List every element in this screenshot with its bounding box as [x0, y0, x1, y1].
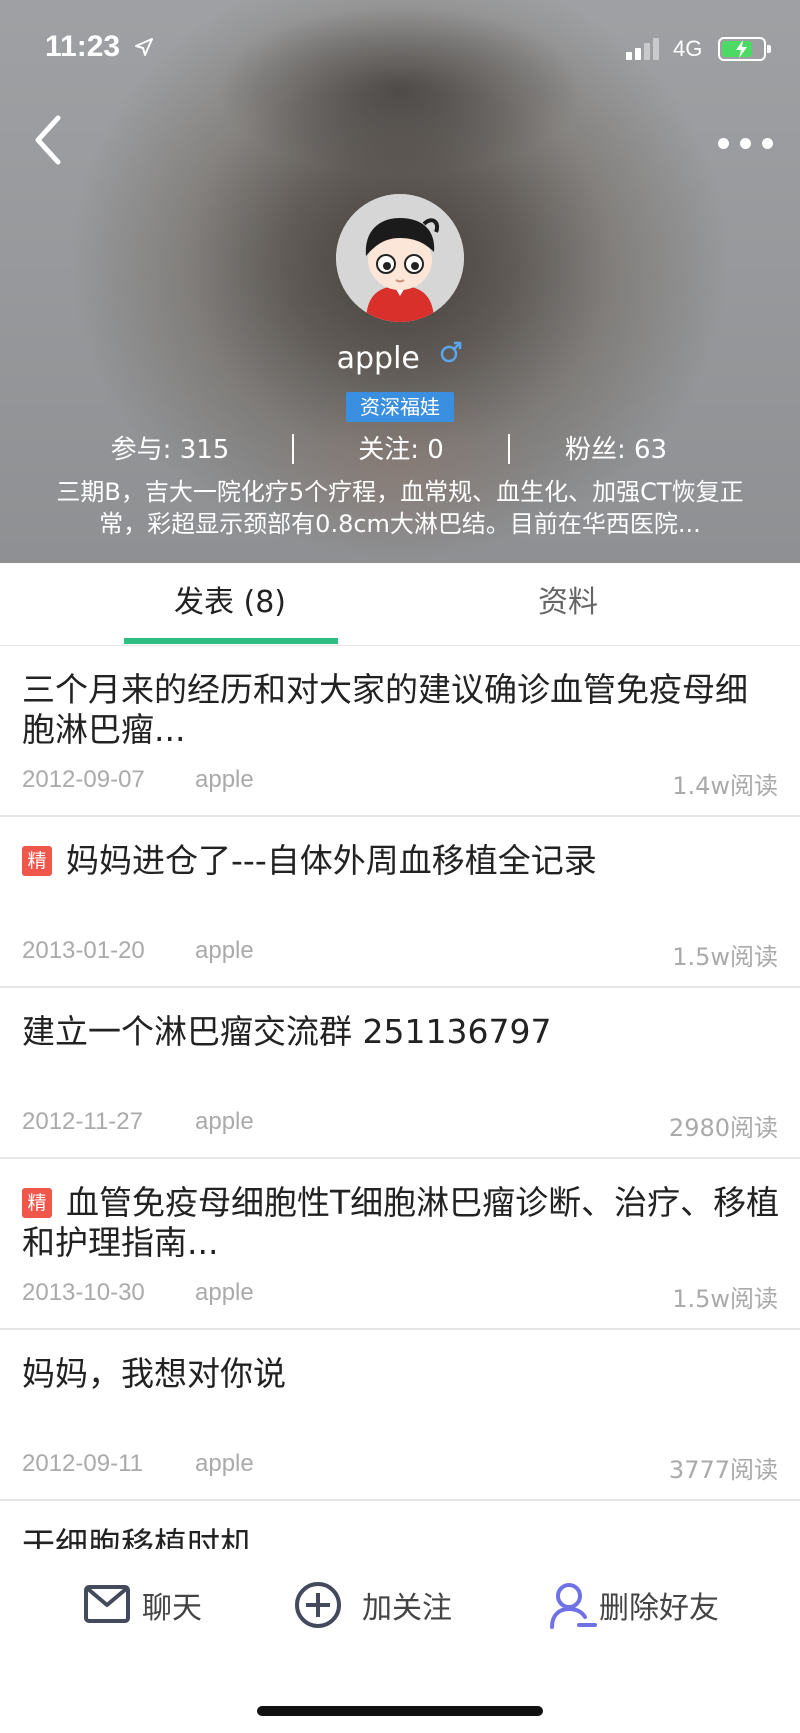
featured-badge: 精: [22, 1188, 52, 1218]
stat-followers[interactable]: 粉丝: 63: [506, 432, 726, 468]
post-title: 三个月来的经历和对大家的建议确诊血管免疫母细胞淋巴瘤...: [22, 670, 748, 749]
list-item[interactable]: 建立一个淋巴瘤交流群 251136797 2012-11-27 apple 29…: [0, 988, 800, 1159]
profile-name-row: apple: [0, 340, 800, 376]
post-title-row: 精血管免疫母细胞性T细胞淋巴瘤诊断、治疗、移植和护理指南...: [22, 1183, 780, 1263]
post-date: 2013-10-30: [22, 1279, 145, 1306]
battery-charging-icon: [718, 37, 771, 61]
post-meta: 2013-10-30 apple 1.5w阅读: [22, 1279, 778, 1313]
post-title: 建立一个淋巴瘤交流群 251136797: [22, 1012, 552, 1051]
post-read-count: 1.5w阅读: [672, 1285, 778, 1313]
more-dots-icon[interactable]: [710, 124, 780, 160]
post-read-count: 1.4w阅读: [672, 772, 778, 800]
active-tab-indicator: [124, 638, 338, 644]
stat-participation[interactable]: 参与: 315: [60, 432, 280, 468]
level-badge: 资深福娃: [346, 392, 454, 422]
post-author: apple: [195, 937, 254, 964]
list-item[interactable]: 精妈妈进仓了---自体外周血移植全记录 2013-01-20 apple 1.5…: [0, 817, 800, 988]
featured-badge: 精: [22, 846, 52, 876]
chat-label: 聊天: [142, 1591, 202, 1626]
plus-circle-icon: [295, 1582, 341, 1628]
remove-friend-button[interactable]: 删除好友: [549, 1573, 749, 1633]
home-indicator[interactable]: [257, 1706, 543, 1716]
post-read-count: 1.5w阅读: [672, 943, 778, 971]
signal-icon: [626, 38, 664, 60]
post-title-row: 精妈妈进仓了---自体外周血移植全记录: [22, 841, 780, 881]
remove-friend-label: 删除好友: [599, 1591, 719, 1626]
back-button[interactable]: [28, 112, 68, 168]
profile-header: 11:23 4G apple 资深福娃 参与: 315 关注: 0 粉丝: 63…: [0, 0, 800, 563]
profile-stats: 参与: 315 关注: 0 粉丝: 63: [0, 432, 800, 468]
list-item[interactable]: 精血管免疫母细胞性T细胞淋巴瘤诊断、治疗、移植和护理指南... 2013-10-…: [0, 1159, 800, 1330]
post-date: 2013-01-20: [22, 937, 145, 964]
tab-profile-info[interactable]: 资料: [418, 563, 718, 646]
status-time: 11:23: [45, 30, 121, 63]
post-date: 2012-11-27: [22, 1108, 143, 1135]
post-title: 妈妈进仓了---自体外周血移植全记录: [66, 841, 597, 880]
status-bar: 11:23 4G: [0, 0, 800, 100]
post-title: 血管免疫母细胞性T细胞淋巴瘤诊断、治疗、移植和护理指南...: [22, 1183, 780, 1262]
profile-bio: 三期B，吉大一院化疗5个疗程，血常规、血生化、加强CT恢复正常，彩超显示颈部有0…: [56, 478, 744, 538]
post-meta: 2012-09-07 apple 1.4w阅读: [22, 766, 778, 800]
post-date: 2012-09-11: [22, 1450, 143, 1477]
location-arrow-icon: [135, 38, 153, 56]
post-author: apple: [195, 1108, 254, 1135]
post-meta: 2012-11-27 apple 2980阅读: [22, 1108, 778, 1142]
network-type: 4G: [673, 36, 703, 61]
post-meta: 2013-01-20 apple 1.5w阅读: [22, 937, 778, 971]
follow-button[interactable]: 加关注: [294, 1573, 484, 1633]
list-item[interactable]: 妈妈，我想对你说 2012-09-11 apple 3777阅读: [0, 1330, 800, 1501]
mail-icon: [84, 1585, 130, 1623]
post-title: 妈妈，我想对你说: [22, 1354, 286, 1393]
remove-user-icon: [550, 1583, 597, 1629]
follow-label: 加关注: [362, 1591, 452, 1626]
stat-following[interactable]: 关注: 0: [291, 432, 511, 468]
post-author: apple: [195, 1450, 254, 1477]
list-item[interactable]: 三个月来的经历和对大家的建议确诊血管免疫母细胞淋巴瘤... 2012-09-07…: [0, 646, 800, 817]
profile-name: apple: [336, 341, 420, 376]
avatar[interactable]: [336, 194, 464, 322]
list-item[interactable]: 干细胞移植时机: [0, 1501, 800, 1549]
post-list[interactable]: 三个月来的经历和对大家的建议确诊血管免疫母细胞淋巴瘤... 2012-09-07…: [0, 646, 800, 1549]
post-author: apple: [195, 766, 254, 793]
post-title: 干细胞移植时机: [22, 1525, 253, 1549]
post-meta: 2012-09-11 apple 3777阅读: [22, 1450, 778, 1484]
tab-posts[interactable]: 发表 (8): [80, 563, 380, 646]
chat-button[interactable]: 聊天: [84, 1573, 224, 1633]
post-read-count: 2980阅读: [668, 1114, 778, 1142]
post-date: 2012-09-07: [22, 766, 145, 793]
post-author: apple: [195, 1279, 254, 1306]
male-icon: [441, 341, 462, 363]
tab-bar: 发表 (8) 资料: [0, 563, 800, 646]
post-read-count: 3777阅读: [668, 1456, 778, 1484]
